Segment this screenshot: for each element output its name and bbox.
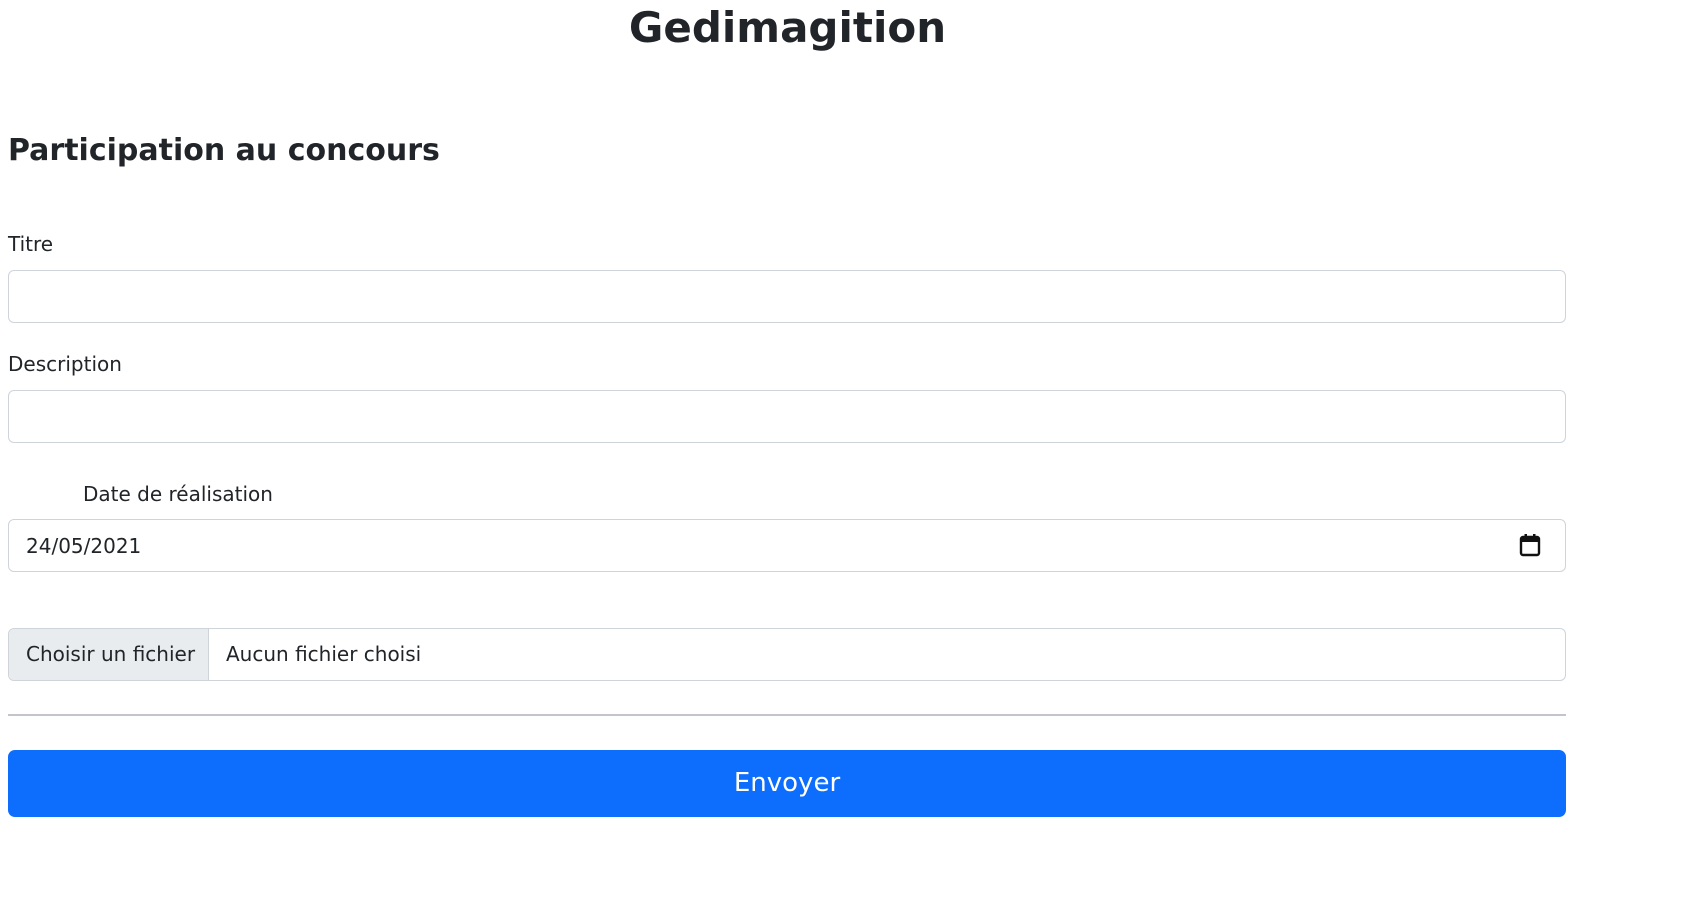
description-label: Description <box>8 352 122 376</box>
date-value: 24/05/2021 <box>26 534 142 558</box>
description-input[interactable] <box>8 390 1566 443</box>
form-heading: Participation au concours <box>8 133 440 168</box>
title-input[interactable] <box>8 270 1566 323</box>
calendar-icon[interactable] <box>1519 533 1541 557</box>
date-label: Date de réalisation <box>83 482 273 506</box>
file-input[interactable]: Choisir un fichier Aucun fichier choisi <box>8 628 1566 681</box>
divider <box>8 714 1566 716</box>
choose-file-button[interactable]: Choisir un fichier <box>9 629 209 680</box>
file-status: Aucun fichier choisi <box>226 642 422 666</box>
app-title: Gedimagition <box>628 3 947 52</box>
submit-button[interactable]: Envoyer <box>8 750 1566 817</box>
page: Gedimagition Participation au concours T… <box>0 0 1684 921</box>
title-label: Titre <box>8 232 54 256</box>
date-input[interactable]: 24/05/2021 <box>8 519 1566 572</box>
